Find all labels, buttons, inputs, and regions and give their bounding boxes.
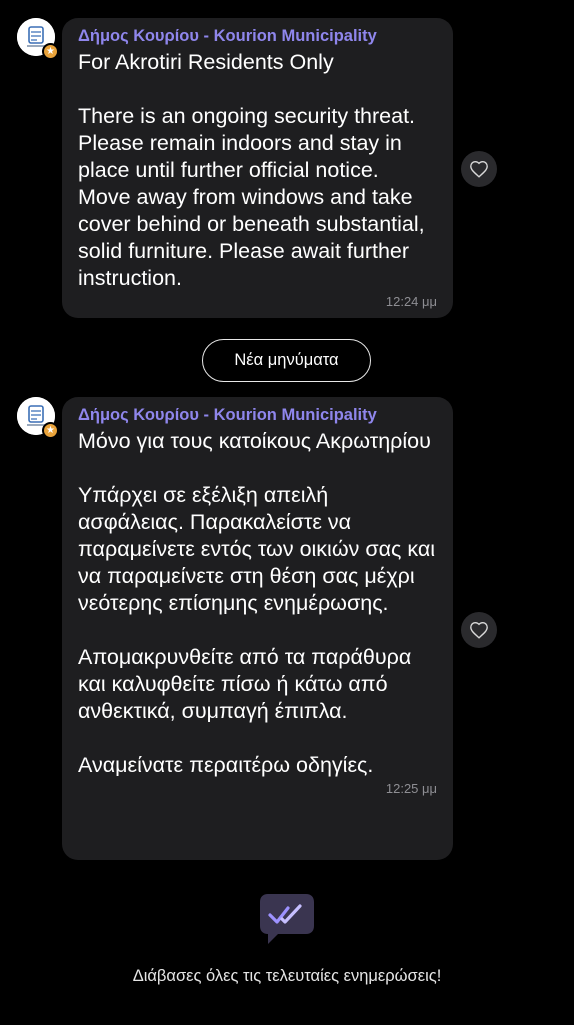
star-badge-icon: ★ [42,422,59,439]
message-text: For Akrotiri Residents Only There is an … [78,50,425,290]
message-bubble[interactable]: Δήμος Κουρίου - Kourion Municipality Μόν… [62,397,453,860]
sender-name[interactable]: Δήμος Κουρίου - Kourion Municipality [78,26,437,46]
sender-avatar[interactable]: ★ [17,397,59,439]
new-messages-divider[interactable]: Νέα μηνύματα [202,339,371,382]
sender-name[interactable]: Δήμος Κουρίου - Kourion Municipality [78,405,437,425]
sender-avatar[interactable]: ★ [17,18,59,60]
star-badge-icon: ★ [42,43,59,60]
message-time: 12:25 μμ [385,781,437,796]
heart-outline-icon [470,160,488,178]
message-bubble[interactable]: Δήμος Κουρίου - Kourion Municipality For… [62,18,453,318]
double-check-bubble-icon [254,886,320,952]
react-button[interactable] [461,612,497,648]
message-text: Μόνο για τους κατοίκους Ακρωτηρίου Υπάρχ… [78,429,436,777]
caught-up-message: Διάβασες όλες τις τελευταίες ενημερώσεις… [132,967,442,985]
message-time: 12:24 μμ [385,294,437,309]
react-button[interactable] [461,151,497,187]
heart-outline-icon [470,621,488,639]
